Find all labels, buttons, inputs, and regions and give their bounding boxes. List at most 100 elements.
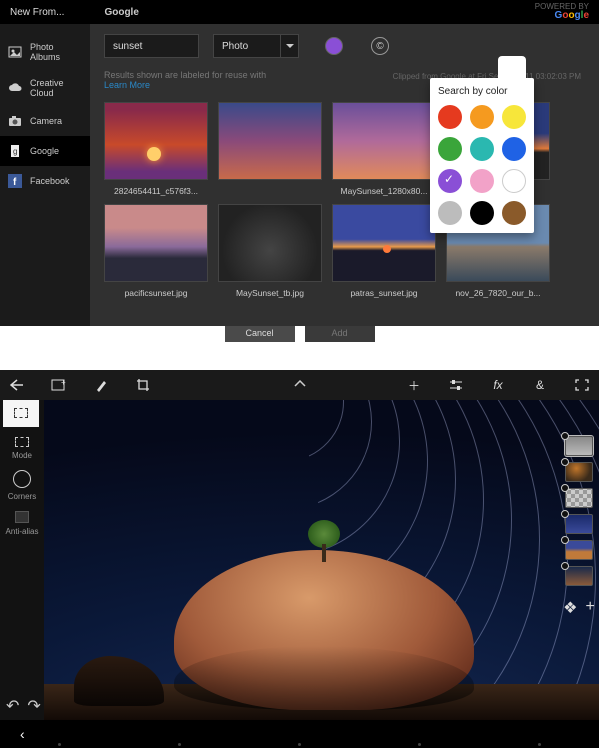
type-select[interactable]: Photo: [213, 34, 281, 58]
svg-text:+: +: [61, 379, 66, 387]
search-input[interactable]: [104, 34, 199, 58]
color-filter-button[interactable]: [325, 37, 343, 55]
source-title: Google: [104, 7, 138, 18]
add-button[interactable]: Add: [305, 324, 375, 342]
result-tile[interactable]: MaySunset_1280x80...: [332, 102, 436, 196]
sidebar-item-photo-albums[interactable]: Photo Albums: [0, 34, 90, 70]
results-panel: Photo © Results shown are labeled for re…: [90, 24, 599, 326]
result-tile[interactable]: patras_sunset.jpg: [332, 204, 436, 298]
bottom-nav: ‹: [0, 720, 599, 748]
add-image-icon[interactable]: +: [50, 376, 68, 394]
sidebar-item-google[interactable]: gGoogle: [0, 136, 90, 166]
editor-panel: + ＋ fx & Mode Corners Anti-alias: [0, 370, 599, 748]
visibility-dot-icon[interactable]: [561, 562, 569, 570]
result-tile[interactable]: 2824654411_c576f3...: [104, 102, 208, 196]
result-caption: MaySunset_tb.jpg: [218, 288, 322, 298]
result-thumb: [218, 204, 322, 282]
visibility-dot-icon[interactable]: [561, 458, 569, 466]
left-tool-panel: Mode Corners Anti-alias: [0, 400, 44, 720]
undo-icon[interactable]: ↶: [6, 696, 19, 716]
fx-icon[interactable]: fx: [489, 376, 507, 394]
powered-by-google: POWERED BY Google: [535, 3, 589, 21]
mode-tool[interactable]: Mode: [12, 437, 32, 460]
result-tile[interactable]: MaySunset_tb.jpg: [218, 204, 322, 298]
brush-icon[interactable]: [92, 376, 110, 394]
chevron-down-icon[interactable]: [281, 34, 299, 58]
sidebar-item-camera[interactable]: Camera: [0, 106, 90, 136]
dashed-rect-icon: [15, 437, 29, 447]
crop-icon[interactable]: [134, 376, 152, 394]
color-swatch[interactable]: [470, 105, 494, 129]
layers-panel: ❖+: [563, 424, 599, 618]
color-swatch[interactable]: [438, 169, 462, 193]
facebook-icon: f: [8, 174, 22, 188]
redo-icon[interactable]: ↷: [27, 696, 40, 716]
antialias-tool[interactable]: Anti-alias: [6, 511, 39, 536]
layer-thumb[interactable]: [565, 436, 593, 456]
back-arrow-icon[interactable]: [8, 376, 26, 394]
result-caption: patras_sunset.jpg: [332, 288, 436, 298]
plus-icon[interactable]: ＋: [405, 376, 423, 394]
marquee-tool[interactable]: [3, 399, 39, 427]
cloud-icon: [8, 81, 22, 95]
fullscreen-icon[interactable]: [573, 376, 591, 394]
visibility-dot-icon[interactable]: [561, 536, 569, 544]
result-caption: MaySunset_1280x80...: [332, 186, 436, 196]
result-thumb: [332, 204, 436, 282]
result-caption: nov_26_7820_our_b...: [446, 288, 550, 298]
source-sidebar: Photo AlbumsCreative CloudCameragGooglef…: [0, 24, 90, 326]
layer-thumb[interactable]: [565, 462, 593, 482]
result-thumb: [104, 102, 208, 180]
ampersand-icon[interactable]: &: [531, 376, 549, 394]
circle-icon: [13, 470, 31, 488]
result-caption: pacificsunset.jpg: [104, 288, 208, 298]
visibility-dot-icon[interactable]: [561, 432, 569, 440]
result-tile[interactable]: [218, 102, 322, 196]
color-flyout: Search by color: [430, 78, 534, 233]
cancel-button[interactable]: Cancel: [225, 324, 295, 342]
sidebar-item-creative-cloud[interactable]: Creative Cloud: [0, 70, 90, 106]
corners-tool[interactable]: Corners: [8, 470, 36, 501]
color-swatch[interactable]: [502, 105, 526, 129]
color-swatch[interactable]: [438, 201, 462, 225]
sidebar-item-facebook[interactable]: fFacebook: [0, 166, 90, 196]
color-swatch[interactable]: [470, 169, 494, 193]
dialog-title: New From...: [10, 7, 64, 18]
color-swatch-grid: [438, 105, 526, 225]
layers-icon[interactable]: ❖: [563, 598, 577, 618]
undo-redo: ↶ ↷: [6, 696, 41, 716]
learn-more-link[interactable]: Learn More: [104, 80, 150, 90]
editor-canvas[interactable]: [44, 400, 599, 720]
visibility-dot-icon[interactable]: [561, 484, 569, 492]
color-swatch[interactable]: [470, 137, 494, 161]
color-swatch[interactable]: [502, 201, 526, 225]
dialog-header: New From... Google POWERED BY Google: [0, 0, 599, 24]
layer-thumb[interactable]: [565, 488, 593, 508]
nav-back-icon[interactable]: ‹: [20, 726, 25, 742]
google-icon: g: [8, 144, 22, 158]
layer-thumb[interactable]: [565, 540, 593, 560]
layer-thumb[interactable]: [565, 514, 593, 534]
color-swatch[interactable]: [470, 201, 494, 225]
result-thumb: [218, 102, 322, 180]
color-swatch[interactable]: [438, 105, 462, 129]
sliders-icon[interactable]: [447, 376, 465, 394]
layer-thumb[interactable]: [565, 566, 593, 586]
svg-text:g: g: [13, 147, 17, 156]
color-swatch[interactable]: [502, 169, 526, 193]
chevron-up-icon[interactable]: [294, 380, 306, 388]
square-icon: [15, 511, 29, 523]
editor-toolbar: + ＋ fx &: [0, 370, 599, 400]
new-from-dialog: New From... Google POWERED BY Google Pho…: [0, 0, 599, 326]
color-swatch[interactable]: [438, 137, 462, 161]
dialog-footer: Cancel Add: [0, 324, 599, 354]
visibility-dot-icon[interactable]: [561, 510, 569, 518]
result-thumb: [104, 204, 208, 282]
camera-icon: [8, 114, 22, 128]
result-tile[interactable]: pacificsunset.jpg: [104, 204, 208, 298]
license-filter-icon[interactable]: ©: [371, 37, 389, 55]
add-layer-icon[interactable]: +: [586, 598, 595, 618]
result-thumb: [332, 102, 436, 180]
search-row: Photo ©: [104, 34, 585, 58]
color-swatch[interactable]: [502, 137, 526, 161]
